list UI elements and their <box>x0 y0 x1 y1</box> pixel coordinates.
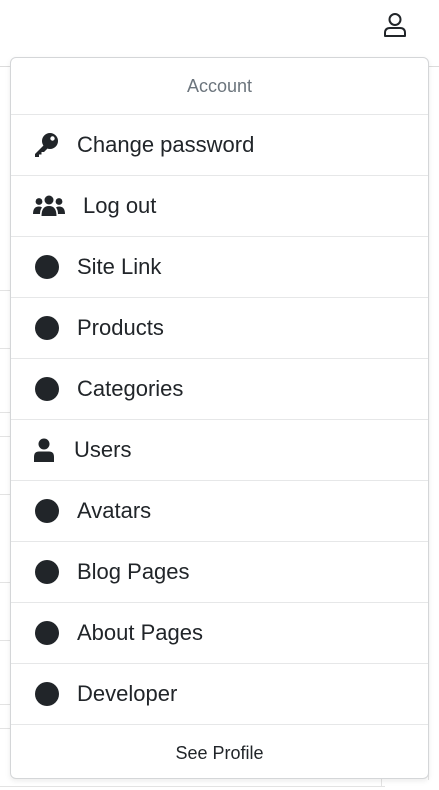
menu-item-label: Log out <box>83 193 157 218</box>
account-dropdown-menu: Account Change password Log out Site Lin… <box>10 57 429 779</box>
menu-item-label: Blog Pages <box>77 559 190 584</box>
background-divider <box>381 779 382 787</box>
menu-item-label: About Pages <box>77 620 203 645</box>
menu-item-avatars[interactable]: Avatars <box>11 481 428 542</box>
circle-icon <box>33 497 67 525</box>
menu-item-users[interactable]: Users <box>11 420 428 481</box>
user-icon <box>33 436 64 464</box>
circle-icon <box>33 314 67 342</box>
circle-icon <box>33 619 67 647</box>
users-icon <box>33 192 73 220</box>
menu-item-categories[interactable]: Categories <box>11 359 428 420</box>
menu-item-label: Developer <box>77 681 178 706</box>
menu-item-site-link[interactable]: Site Link <box>11 237 428 298</box>
menu-item-log-out[interactable]: Log out <box>11 176 428 237</box>
user-outline-icon <box>384 13 406 37</box>
user-menu-toggle[interactable] <box>380 9 410 41</box>
see-profile-link[interactable]: See Profile <box>11 725 428 778</box>
menu-item-label: Change password <box>77 132 255 157</box>
background-divider <box>0 786 385 787</box>
menu-item-label: Products <box>77 315 164 340</box>
circle-icon <box>33 680 67 708</box>
top-navbar <box>0 0 439 50</box>
circle-icon <box>33 375 67 403</box>
circle-icon <box>33 253 67 281</box>
menu-item-label: Site Link <box>77 254 162 279</box>
key-icon <box>33 131 67 159</box>
menu-item-label: Categories <box>77 376 184 401</box>
menu-item-about-pages[interactable]: About Pages <box>11 603 428 664</box>
menu-item-change-password[interactable]: Change password <box>11 115 428 176</box>
dropdown-header: Account <box>11 58 428 115</box>
menu-item-developer[interactable]: Developer <box>11 664 428 725</box>
menu-item-products[interactable]: Products <box>11 298 428 359</box>
menu-item-blog-pages[interactable]: Blog Pages <box>11 542 428 603</box>
menu-item-label: Avatars <box>77 498 152 523</box>
menu-item-label: Users <box>74 437 132 462</box>
circle-icon <box>33 558 67 586</box>
